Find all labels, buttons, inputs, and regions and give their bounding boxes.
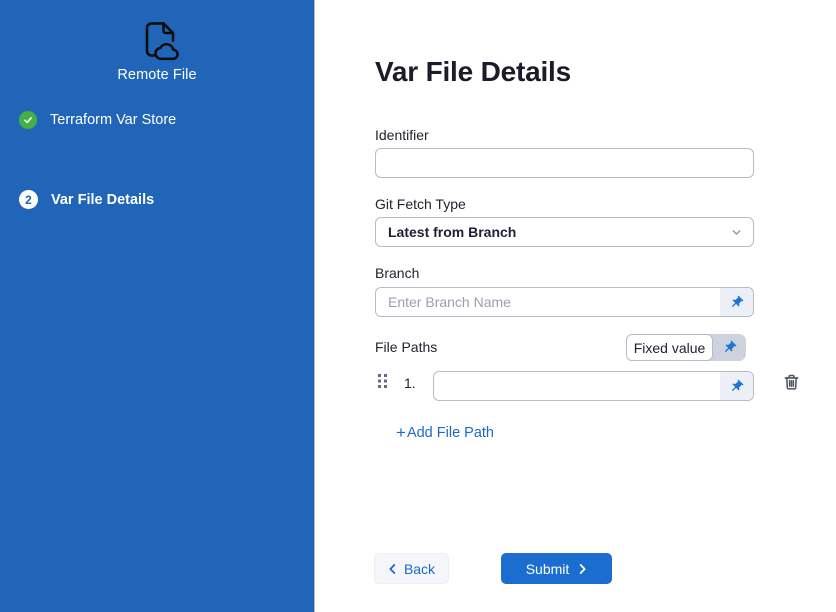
store-type-header: Remote File [0,16,314,83]
drag-handle-dots-icon[interactable] [378,374,388,388]
step-label-terraform-var-store: Terraform Var Store [50,112,176,128]
wizard-step-terraform-var-store[interactable]: Terraform Var Store [19,111,176,129]
plus-icon: + [396,424,406,441]
thumbtack-pin-icon [729,295,744,310]
file-paths-type-toggle[interactable]: Fixed value [626,334,746,361]
add-file-path-label: Add File Path [407,425,494,441]
add-file-path-button[interactable]: + Add File Path [396,424,494,441]
file-path-row-field [433,371,754,401]
step-number-badge: 2 [19,190,38,209]
file-path-input[interactable] [434,372,720,400]
store-type-label: Remote File [0,67,314,83]
identifier-label: Identifier [375,127,429,143]
check-circle-icon [19,111,37,129]
thumbtack-pin-icon [722,340,737,355]
branch-input[interactable] [376,288,720,316]
branch-label: Branch [375,265,419,281]
var-file-details-wizard: Remote File Terraform Var Store 2 Var Fi… [0,0,836,612]
file-paths-label: File Paths [375,339,437,355]
wizard-sidebar: Remote File Terraform Var Store 2 Var Fi… [0,0,315,612]
trash-icon [783,373,800,391]
git-fetch-type-label: Git Fetch Type [375,196,466,212]
back-button-label: Back [404,561,435,577]
chevron-down-icon [730,226,743,239]
file-path-row-index: 1. [404,375,416,391]
thumbtack-pin-icon [729,379,744,394]
file-path-pin-button[interactable] [720,372,753,400]
var-file-details-form: Var File Details Identifier Git Fetch Ty… [316,0,836,612]
page-title: Var File Details [375,56,571,88]
chevron-right-icon [578,563,587,575]
chevron-left-icon [388,563,397,575]
submit-button[interactable]: Submit [501,553,612,584]
back-button[interactable]: Back [374,553,449,584]
wizard-step-var-file-details[interactable]: 2 Var File Details [19,190,154,209]
step-label-var-file-details: Var File Details [51,192,154,208]
fixed-value-button[interactable]: Fixed value [626,334,713,361]
delete-file-path-button[interactable] [783,373,800,391]
file-paths-pin-button[interactable] [713,334,746,361]
identifier-input[interactable] [375,148,754,178]
git-fetch-type-select[interactable]: Latest from Branch [375,217,754,247]
git-fetch-type-value: Latest from Branch [388,224,516,240]
file-cloud-icon [134,16,180,62]
submit-button-label: Submit [526,561,570,577]
branch-field [375,287,754,317]
branch-pin-button[interactable] [720,288,753,316]
